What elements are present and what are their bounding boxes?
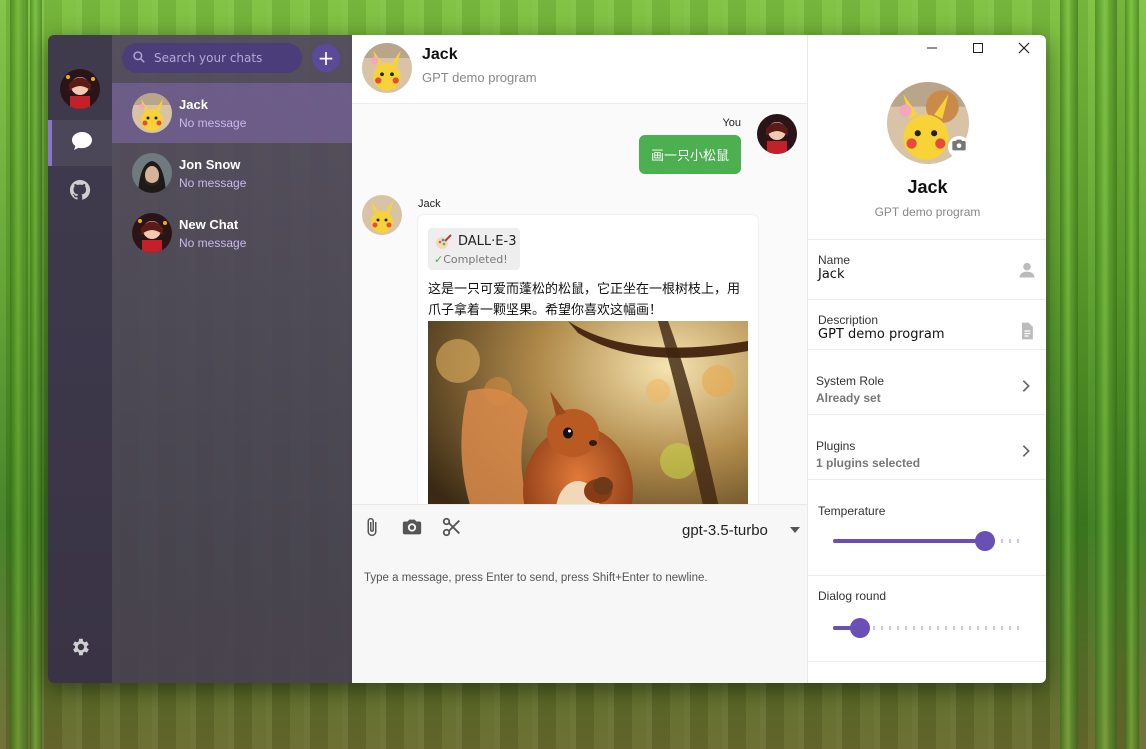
screenshot-button[interactable] xyxy=(440,517,464,541)
conversation-item-jon-snow[interactable]: Jon Snow No message xyxy=(112,143,352,203)
dialog-round-row: Dialog round xyxy=(808,575,1046,662)
camera-button[interactable] xyxy=(400,517,424,541)
chat-header: Jack GPT demo program xyxy=(352,35,807,104)
search-placeholder: Search your chats xyxy=(154,51,263,65)
message-composer: gpt-3.5-turbo Type a message, press Ente… xyxy=(352,504,807,683)
user-avatar[interactable] xyxy=(60,69,100,109)
temperature-slider[interactable] xyxy=(833,531,1023,551)
assistant-message[interactable]: DALL·E-3 ✓Completed! 这是一只可爱而蓬松的松鼠，它正坐在一根… xyxy=(418,215,758,504)
maximize-icon xyxy=(972,39,984,58)
avatar xyxy=(132,213,172,253)
conversation-item-jack[interactable]: Jack No message xyxy=(112,83,352,143)
new-chat-button[interactable]: + xyxy=(312,44,340,72)
avatar[interactable] xyxy=(362,43,412,93)
close-button[interactable] xyxy=(1012,41,1036,55)
plugins-row[interactable]: Plugins 1 plugins selected xyxy=(808,414,1046,480)
maximize-button[interactable] xyxy=(966,41,990,55)
camera-icon xyxy=(401,516,423,542)
slider-label: Dialog round xyxy=(818,589,887,603)
row-value: 1 plugins selected xyxy=(816,456,921,470)
chevron-down-icon[interactable] xyxy=(790,527,800,533)
row-label: Plugins xyxy=(816,439,856,453)
conversation-item-new-chat[interactable]: New Chat No message xyxy=(112,203,352,263)
chat-list-pane: Search your chats + Jack No message Jon … xyxy=(112,35,352,683)
chat-subtitle: GPT demo program xyxy=(422,70,537,85)
slider-fill xyxy=(833,539,985,543)
conversation-name: New Chat xyxy=(179,217,239,232)
conversation-preview: No message xyxy=(179,236,247,250)
conversation-name: Jon Snow xyxy=(179,157,241,172)
name-field[interactable]: Name Jack xyxy=(808,239,1046,300)
minimize-icon xyxy=(926,39,938,58)
person-icon xyxy=(1017,260,1037,284)
profile-description: GPT demo program xyxy=(874,205,981,219)
search-icon xyxy=(132,49,146,68)
dialog-round-slider[interactable] xyxy=(833,618,1023,638)
message-list[interactable]: You 画一只小松鼠 Jack DALL·E-3 ✓Completed! 这是一… xyxy=(352,104,807,504)
scissors-icon xyxy=(441,516,463,542)
profile-panel: Jack GPT demo program Name Jack Descript… xyxy=(807,35,1046,683)
minimize-button[interactable] xyxy=(920,41,944,55)
nav-github[interactable] xyxy=(48,169,112,215)
profile-name: Jack xyxy=(907,177,948,197)
search-input[interactable]: Search your chats xyxy=(122,43,302,73)
paint-brush-icon xyxy=(434,233,452,255)
chevron-right-icon xyxy=(1018,443,1034,463)
field-label: Description xyxy=(818,313,879,327)
attach-button[interactable] xyxy=(360,517,384,541)
field-value: Jack xyxy=(818,267,845,282)
system-role-row[interactable]: System Role Already set xyxy=(808,349,1046,415)
avatar xyxy=(757,114,797,154)
chevron-right-icon xyxy=(1018,378,1034,398)
conversation-preview: No message xyxy=(179,176,247,190)
avatar xyxy=(362,195,402,235)
slider-label: Temperature xyxy=(818,504,886,518)
row-value: Already set xyxy=(816,391,881,405)
temperature-row: Temperature xyxy=(808,479,1046,576)
plugin-status-text: Completed! xyxy=(443,253,508,266)
chat-pane: Jack GPT demo program You 画一只小松鼠 Jack DA… xyxy=(352,35,807,683)
generated-image[interactable] xyxy=(428,321,748,504)
plugin-name: DALL·E-3 xyxy=(458,234,517,249)
slider-thumb[interactable] xyxy=(975,531,995,551)
change-avatar-button[interactable] xyxy=(948,136,970,158)
chat-title: Jack xyxy=(422,46,458,63)
avatar xyxy=(132,153,172,193)
settings-button[interactable] xyxy=(48,626,112,672)
model-select[interactable]: gpt-3.5-turbo xyxy=(682,522,768,539)
message-sender: Jack xyxy=(418,198,441,210)
plus-icon: + xyxy=(317,46,335,70)
github-icon xyxy=(68,178,92,206)
app-window: Search your chats + Jack No message Jon … xyxy=(48,35,1046,683)
nav-rail xyxy=(48,35,112,683)
message-input[interactable]: Type a message, press Enter to send, pre… xyxy=(364,572,708,584)
avatar xyxy=(132,93,172,133)
chat-bubble-icon xyxy=(70,129,94,157)
close-icon xyxy=(1018,39,1030,58)
field-value: GPT demo program xyxy=(818,327,945,342)
assistant-message-text: 这是一只可爱而蓬松的松鼠，它正坐在一根树枝上，用爪子拿着一颗坚果。希望你喜欢这幅… xyxy=(428,282,741,318)
conversation-name: Jack xyxy=(179,97,208,112)
plugin-chip[interactable]: DALL·E-3 ✓Completed! xyxy=(428,228,520,270)
gear-icon xyxy=(69,636,91,662)
nav-chats[interactable] xyxy=(48,120,112,166)
document-icon xyxy=(1017,320,1037,346)
paperclip-icon xyxy=(362,516,382,542)
slider-thumb[interactable] xyxy=(850,618,870,638)
conversation-preview: No message xyxy=(179,116,247,130)
plugin-status: ✓Completed! xyxy=(434,253,508,266)
row-label: System Role xyxy=(816,374,885,388)
camera-icon xyxy=(951,137,967,157)
user-message[interactable]: 画一只小松鼠 xyxy=(638,135,741,174)
field-label: Name xyxy=(818,253,851,267)
check-icon: ✓ xyxy=(434,253,444,266)
message-sender: You xyxy=(722,117,741,129)
